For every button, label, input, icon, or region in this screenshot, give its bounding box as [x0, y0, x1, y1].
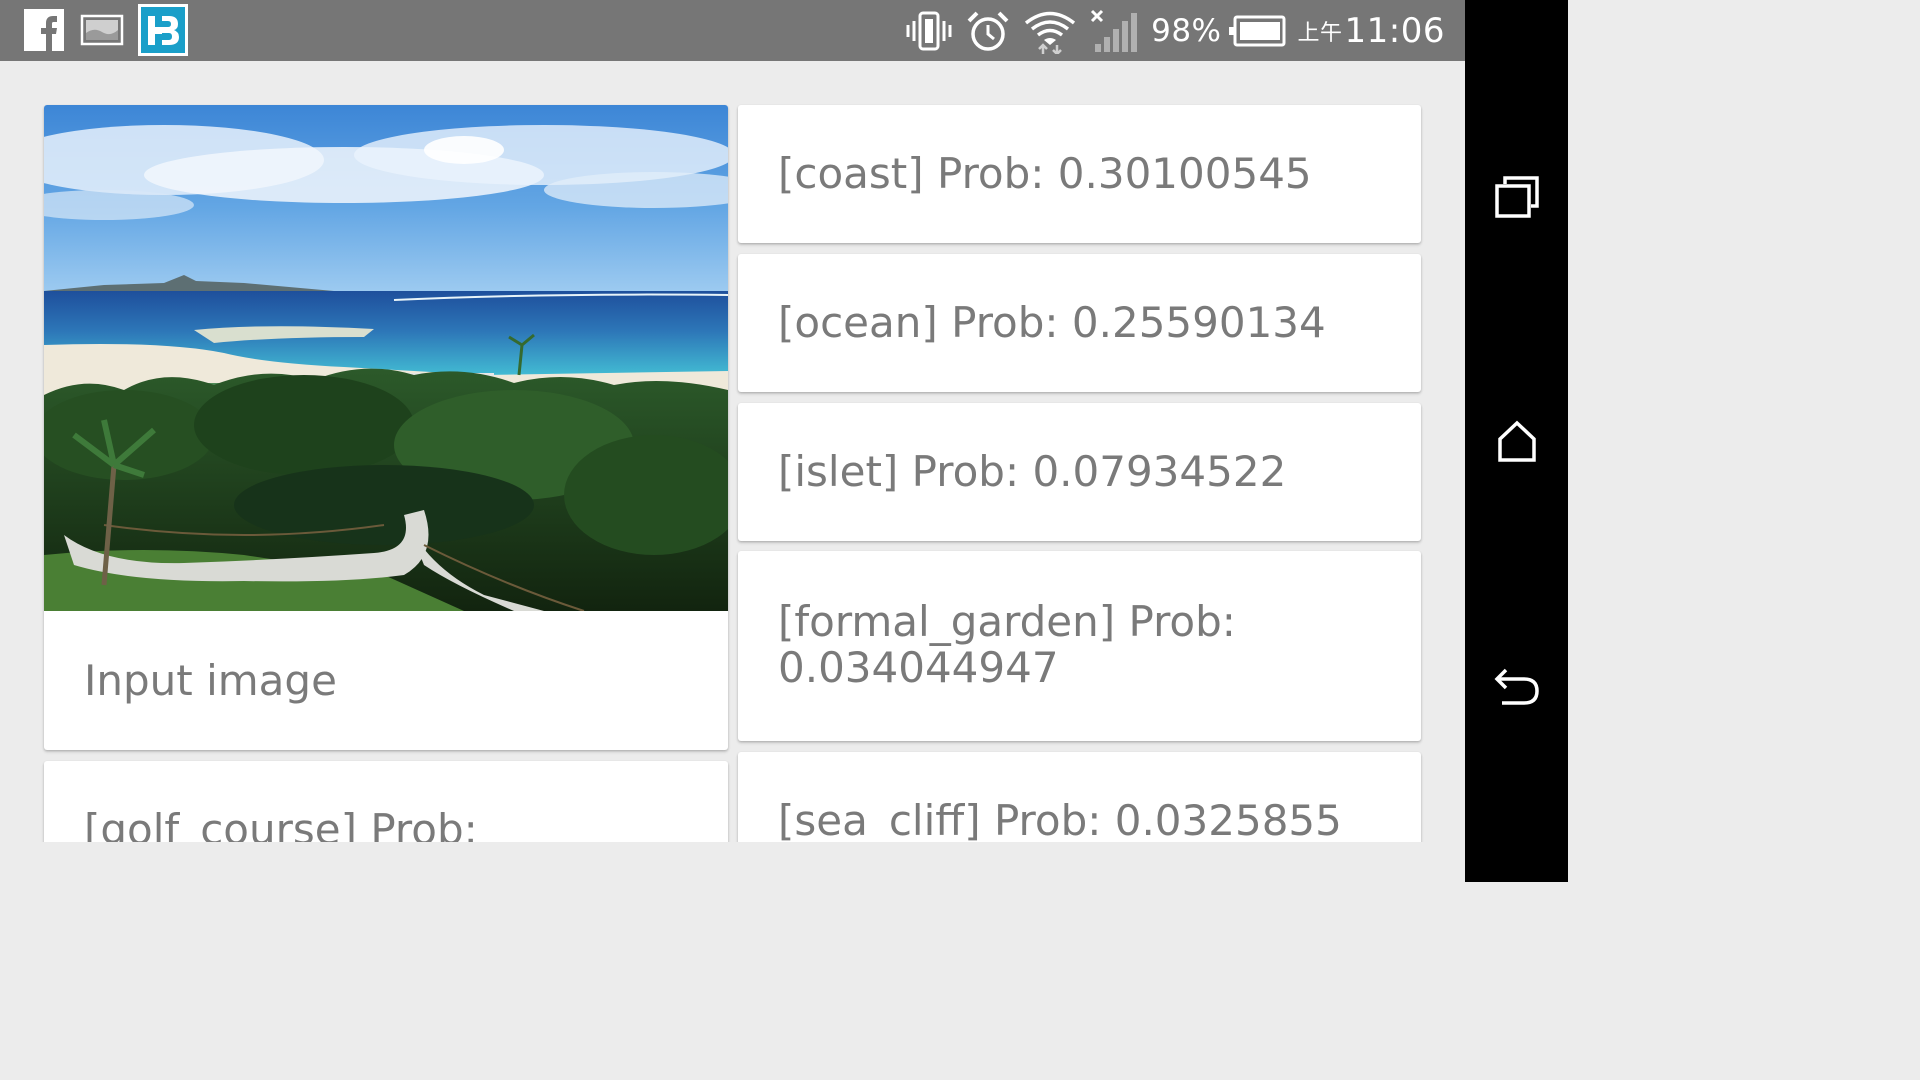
- fubon-app-icon: [138, 4, 188, 56]
- result-card: [sea_cliff] Prob: 0.0325855: [738, 752, 1421, 842]
- clock-am-pm: 上午: [1297, 21, 1343, 46]
- result-card: [ocean] Prob: 0.25590134: [738, 254, 1421, 392]
- result-label: [sea_cliff] Prob: 0.0325855: [778, 796, 1342, 843]
- home-icon: [1497, 420, 1536, 462]
- clock: 上午11:06: [1298, 11, 1446, 51]
- bottom-spacer: [0, 842, 1465, 882]
- recent-apps-icon: [1494, 176, 1539, 218]
- result-label: [formal_garden] Prob: 0.034044947: [778, 597, 1236, 692]
- home-button[interactable]: [1465, 386, 1568, 496]
- result-card: [golf_course] Prob:: [44, 761, 728, 842]
- wifi-icon: [1025, 11, 1076, 54]
- vibrate-icon: [906, 11, 952, 51]
- input-image-card: Input image: [44, 105, 728, 750]
- gallery-notification-icon: [80, 14, 124, 46]
- input-photo: [44, 105, 728, 611]
- beach-scene-image: [44, 105, 728, 611]
- navigation-bar: [1465, 0, 1568, 882]
- results-scroll-view[interactable]: Input image [coast] Prob: 0.30100545 [oc…: [0, 61, 1465, 842]
- back-button[interactable]: [1465, 632, 1568, 742]
- result-label: [islet] Prob: 0.07934522: [778, 447, 1287, 496]
- battery-icon: [1228, 15, 1285, 47]
- clock-time: 11:06: [1344, 11, 1445, 51]
- result-label: [coast] Prob: 0.30100545: [778, 149, 1312, 198]
- alarm-clock-icon: [967, 11, 1009, 51]
- input-image-label: Input image: [84, 656, 337, 705]
- cellular-signal-icon: [1091, 9, 1138, 52]
- result-label: [ocean] Prob: 0.25590134: [778, 298, 1326, 347]
- result-card: [formal_garden] Prob: 0.034044947: [738, 551, 1421, 741]
- recent-apps-button[interactable]: [1465, 142, 1568, 252]
- back-icon: [1494, 668, 1539, 705]
- facebook-icon: [24, 9, 64, 51]
- battery-percent: 98%: [1151, 13, 1222, 49]
- result-card: [coast] Prob: 0.30100545: [738, 105, 1421, 243]
- result-label: [golf_course] Prob:: [84, 805, 478, 843]
- result-card: [islet] Prob: 0.07934522: [738, 403, 1421, 541]
- status-bar: 98% 上午11:06: [0, 0, 1465, 61]
